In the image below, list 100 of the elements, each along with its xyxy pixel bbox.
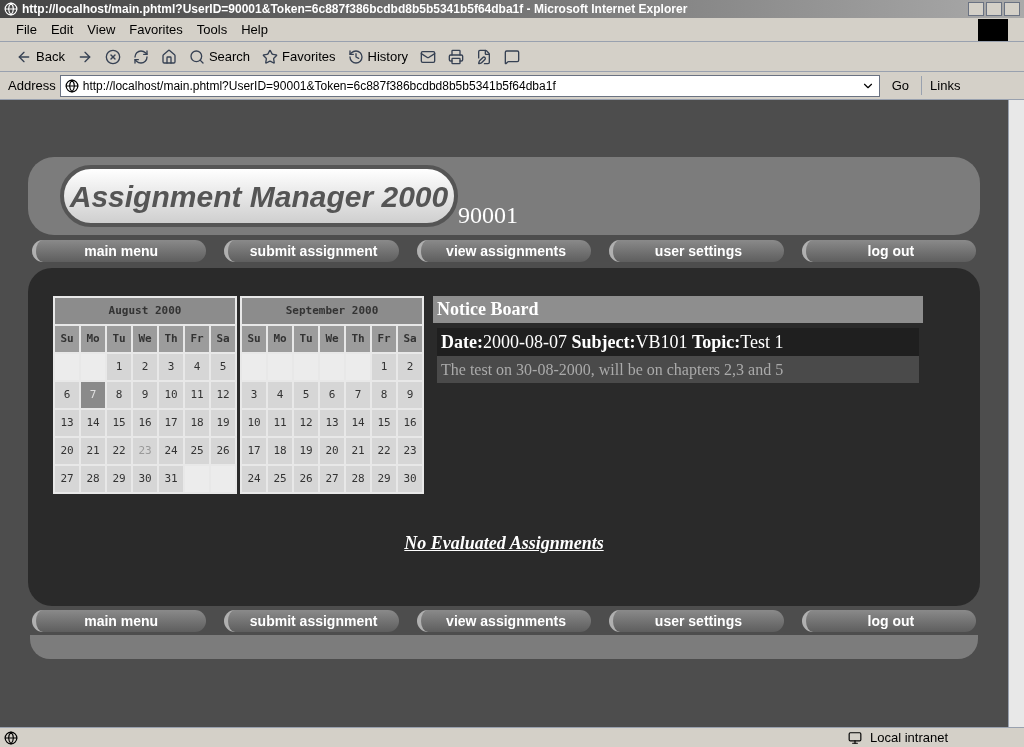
calendar-day[interactable]: 14 [81, 410, 105, 436]
calendar-day[interactable]: 10 [159, 382, 183, 408]
menu-item[interactable]: Help [241, 19, 268, 40]
close-button[interactable] [1004, 2, 1020, 16]
calendar-day[interactable]: 6 [55, 382, 79, 408]
clock-icon [347, 48, 364, 65]
calendar-day[interactable]: 26 [294, 466, 318, 492]
toolbar-button[interactable]: History [343, 44, 413, 69]
no-assignments-link[interactable]: No Evaluated Assignments [404, 530, 604, 557]
maximize-button[interactable] [986, 2, 1002, 16]
calendar-day[interactable]: 1 [372, 354, 396, 380]
calendar-day[interactable]: 15 [372, 410, 396, 436]
calendar-day[interactable]: 15 [107, 410, 131, 436]
nav-button[interactable]: submit assignment [224, 240, 399, 262]
calendar-day[interactable]: 27 [55, 466, 79, 492]
calendar-day[interactable]: 9 [398, 382, 422, 408]
calendar-day[interactable]: 27 [320, 466, 344, 492]
calendar-day[interactable]: 23 [398, 438, 422, 464]
calendar-day[interactable]: 2 [398, 354, 422, 380]
calendar-day[interactable]: 31 [159, 466, 183, 492]
calendar-day[interactable]: 8 [107, 382, 131, 408]
links-button[interactable]: Links [921, 75, 969, 96]
nav-button[interactable]: log out [801, 610, 977, 632]
calendar-day[interactable]: 20 [320, 438, 344, 464]
nav-button[interactable]: user settings [609, 240, 784, 262]
calendar-day[interactable]: 13 [320, 410, 344, 436]
calendar-day[interactable]: 24 [159, 438, 183, 464]
calendar-day[interactable]: 21 [81, 438, 105, 464]
calendar-day[interactable]: 22 [107, 438, 131, 464]
calendar-day[interactable]: 1 [107, 354, 131, 380]
calendar-day[interactable]: 11 [185, 382, 209, 408]
intranet-icon [848, 730, 862, 745]
nav-button[interactable]: view assignments [416, 610, 592, 632]
weekday-header: Sa [398, 326, 422, 352]
calendar-day[interactable]: 29 [372, 466, 396, 492]
calendar-day[interactable]: 2 [133, 354, 157, 380]
toolbar-button[interactable]: Search [184, 44, 255, 69]
calendar-day[interactable]: 18 [185, 410, 209, 436]
calendar-day[interactable]: 17 [242, 438, 266, 464]
nav-button[interactable]: submit assignment [224, 610, 399, 632]
go-button[interactable]: Go [883, 75, 918, 96]
calendar-day[interactable]: 25 [268, 466, 292, 492]
calendar-day[interactable]: 14 [346, 410, 370, 436]
weekday-header: Tu [294, 326, 318, 352]
menu-item[interactable]: Favorites [129, 19, 183, 40]
calendar-day[interactable]: 25 [185, 438, 209, 464]
address-value: http://localhost/main.phtml?UserID=90001&Token=6c887f386bcdbd8b5b5341b5f64dba1f [82, 77, 557, 95]
toolbar-button[interactable]: Back [12, 44, 69, 69]
weekday-header: Th [159, 326, 183, 352]
menu-item[interactable]: View [87, 19, 116, 40]
calendar-day[interactable]: 3 [242, 382, 266, 408]
calendar-day[interactable]: 24 [242, 466, 266, 492]
address-field[interactable]: http://localhost/main.phtml?UserID=90001&Token=6c887f386bcdbd8b5b5341b5f64dba1f [59, 74, 880, 97]
calendar-day[interactable]: 8 [372, 382, 396, 408]
calendar-day[interactable]: 6 [320, 382, 344, 408]
calendar-day[interactable]: 22 [372, 438, 396, 464]
calendar-day[interactable]: 17 [159, 410, 183, 436]
calendar-day[interactable]: 20 [55, 438, 79, 464]
calendar-day[interactable]: 16 [398, 410, 422, 436]
calendar-day[interactable]: 4 [185, 354, 209, 380]
calendar-day[interactable]: 26 [211, 438, 235, 464]
calendar-day[interactable]: 30 [133, 466, 157, 492]
calendar-day[interactable]: 12 [211, 382, 235, 408]
weekday-header: Su [242, 326, 266, 352]
scrollbar[interactable] [1008, 100, 1024, 727]
nav-button[interactable]: log out [801, 240, 977, 262]
calendar-day[interactable]: 29 [107, 466, 131, 492]
weekday-header: Fr [372, 326, 396, 352]
calendar-day[interactable]: 16 [133, 410, 157, 436]
menu-item[interactable]: File [16, 19, 37, 40]
menu-item[interactable]: Edit [50, 19, 74, 40]
calendar-day[interactable]: 30 [398, 466, 422, 492]
minimize-button[interactable] [968, 2, 984, 16]
calendar-day[interactable]: 19 [294, 438, 318, 464]
nav-button[interactable]: main menu [32, 610, 207, 632]
calendar-day[interactable]: 12 [294, 410, 318, 436]
calendar-day[interactable]: 5 [294, 382, 318, 408]
nav-button[interactable]: view assignments [416, 240, 592, 262]
calendar-day[interactable]: 3 [159, 354, 183, 380]
calendar-day[interactable]: 10 [242, 410, 266, 436]
toolbar-button[interactable]: Favorites [258, 44, 340, 69]
weekday-header: Mo [268, 326, 292, 352]
user-id: 90001 [458, 203, 518, 227]
calendar-day[interactable]: 21 [346, 438, 370, 464]
calendar-day[interactable]: 7 [346, 382, 370, 408]
calendar-day[interactable]: 19 [211, 410, 235, 436]
calendar-day[interactable]: 5 [211, 354, 235, 380]
calendar-day[interactable]: 28 [346, 466, 370, 492]
calendar-day[interactable]: 9 [133, 382, 157, 408]
menu-item[interactable]: Tools [196, 19, 228, 40]
calendar-day[interactable]: 11 [268, 410, 292, 436]
calendar-day[interactable]: 28 [81, 466, 105, 492]
calendar-day[interactable]: 4 [268, 382, 292, 408]
zone-label: Local intranet [870, 728, 950, 747]
nav-button[interactable]: main menu [32, 240, 207, 262]
calendar-day[interactable]: 13 [55, 410, 79, 436]
calendar-day[interactable]: 18 [268, 438, 292, 464]
weekday-header: Su [55, 326, 79, 352]
ie-icon [4, 2, 18, 16]
nav-button[interactable]: user settings [609, 610, 784, 632]
